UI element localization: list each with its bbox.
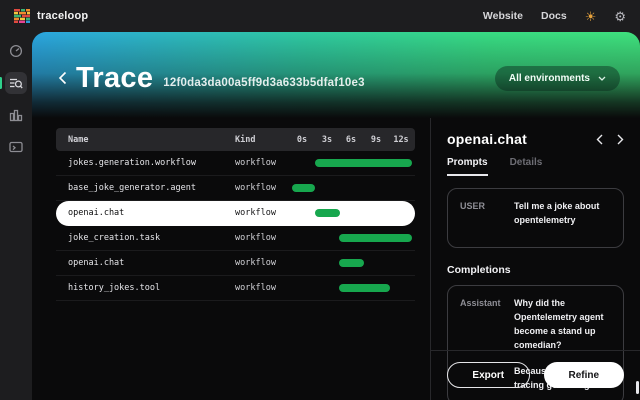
duration-bar xyxy=(339,284,390,292)
spans-table-pane: Name Kind 0s 3s 6s 9s 12s jokes.generati… xyxy=(32,118,430,400)
tab-prompts[interactable]: Prompts xyxy=(447,157,488,176)
details-tabs: Prompts Details xyxy=(431,157,640,176)
span-name: openai.chat xyxy=(68,208,235,218)
sidebar-item-traces[interactable] xyxy=(5,72,27,94)
terminal-window-icon xyxy=(9,140,23,154)
chevron-left-icon xyxy=(58,71,67,85)
left-sidebar xyxy=(0,32,32,400)
top-bar: traceloop Website Docs ☀ ⚙ xyxy=(0,0,640,32)
span-timeline xyxy=(290,251,415,275)
span-timeline xyxy=(290,176,415,200)
span-kind: workflow xyxy=(235,208,290,218)
time-tick: 0s xyxy=(297,135,307,145)
message-role-label: USER xyxy=(460,200,502,236)
theme-toggle-sun-icon[interactable]: ☀ xyxy=(585,10,597,23)
span-timeline xyxy=(290,201,415,225)
settings-gear-icon[interactable]: ⚙ xyxy=(614,10,626,23)
time-tick: 3s xyxy=(322,135,332,145)
brand[interactable]: traceloop xyxy=(14,9,88,23)
span-kind: workflow xyxy=(235,283,290,293)
span-kind: workflow xyxy=(235,183,290,193)
refine-button[interactable]: Refine xyxy=(544,362,625,388)
completion-paragraph: Why did the Opentelemetry agent become a… xyxy=(514,297,611,353)
trace-id: 12f0da3da00a5ff9d3a633b5dfaf10e3 xyxy=(163,77,364,89)
span-name: jokes.generation.workflow xyxy=(68,158,235,168)
span-kind: workflow xyxy=(235,233,290,243)
details-footer: Export Refine xyxy=(431,350,640,400)
span-kind: workflow xyxy=(235,158,290,168)
prev-span-button[interactable] xyxy=(596,134,603,145)
prompt-text: Tell me a joke about opentelemetry xyxy=(514,200,611,236)
sidebar-item-analytics[interactable] xyxy=(5,104,27,126)
time-tick: 9s xyxy=(371,135,381,145)
table-row-span[interactable]: history_jokes.tool workflow xyxy=(56,276,415,301)
span-name: joke_creation.task xyxy=(68,233,235,243)
table-row-span[interactable]: joke_creation.task workflow xyxy=(56,226,415,251)
span-timeline xyxy=(290,226,415,250)
duration-bar xyxy=(339,234,412,242)
completions-heading: Completions xyxy=(447,264,624,276)
back-button[interactable] xyxy=(54,70,70,86)
brand-name: traceloop xyxy=(37,10,88,22)
chevron-left-icon xyxy=(596,134,603,145)
table-header: Name Kind 0s 3s 6s 9s 12s xyxy=(56,128,415,151)
span-timeline xyxy=(290,276,415,300)
prompt-message-box: USER Tell me a joke about opentelemetry xyxy=(447,188,624,248)
time-tick: 6s xyxy=(346,135,356,145)
span-details-title: openai.chat xyxy=(447,131,527,147)
chevron-right-icon xyxy=(617,134,624,145)
time-tick: 12s xyxy=(393,135,408,145)
span-kind: workflow xyxy=(235,258,290,268)
docs-link[interactable]: Docs xyxy=(541,10,567,22)
traceloop-logo-icon xyxy=(14,9,30,23)
span-name: openai.chat xyxy=(68,258,235,268)
page-title: Trace xyxy=(76,62,153,95)
chevron-down-icon xyxy=(598,76,606,81)
export-button[interactable]: Export xyxy=(447,362,530,388)
duration-bar xyxy=(339,259,364,267)
trace-header: Trace 12f0da3da00a5ff9d3a633b5dfaf10e3 A… xyxy=(32,32,640,118)
environment-selector[interactable]: All environments xyxy=(495,66,620,91)
span-details-pane: openai.chat Prompts Details USER Tell xyxy=(430,118,640,400)
gauge-icon xyxy=(9,44,23,58)
table-row-span-selected[interactable]: openai.chat workflow xyxy=(56,201,415,226)
next-span-button[interactable] xyxy=(617,134,624,145)
column-header-name: Name xyxy=(68,135,235,145)
duration-bar xyxy=(315,159,412,167)
span-name: history_jokes.tool xyxy=(68,283,235,293)
span-timeline xyxy=(290,151,415,175)
sidebar-item-playground[interactable] xyxy=(5,136,27,158)
main-panel: Trace 12f0da3da00a5ff9d3a633b5dfaf10e3 A… xyxy=(32,32,640,400)
scrollbar[interactable] xyxy=(636,381,639,394)
bar-chart-icon xyxy=(9,108,23,122)
time-axis: 0s 3s 6s 9s 12s xyxy=(290,128,415,151)
column-header-kind: Kind xyxy=(235,135,290,145)
duration-bar xyxy=(315,209,340,217)
website-link[interactable]: Website xyxy=(483,10,523,22)
table-row-span[interactable]: base_joke_generator.agent workflow xyxy=(56,176,415,201)
tab-details[interactable]: Details xyxy=(510,157,543,176)
table-row-span[interactable]: jokes.generation.workflow workflow xyxy=(56,151,415,176)
environment-selector-label: All environments xyxy=(509,73,590,84)
sidebar-item-dashboard[interactable] xyxy=(5,40,27,62)
duration-bar xyxy=(292,184,315,192)
trace-search-icon xyxy=(9,76,23,90)
spans-table: Name Kind 0s 3s 6s 9s 12s jokes.generati… xyxy=(56,128,415,301)
table-row-span[interactable]: openai.chat workflow xyxy=(56,251,415,276)
span-name: base_joke_generator.agent xyxy=(68,183,235,193)
